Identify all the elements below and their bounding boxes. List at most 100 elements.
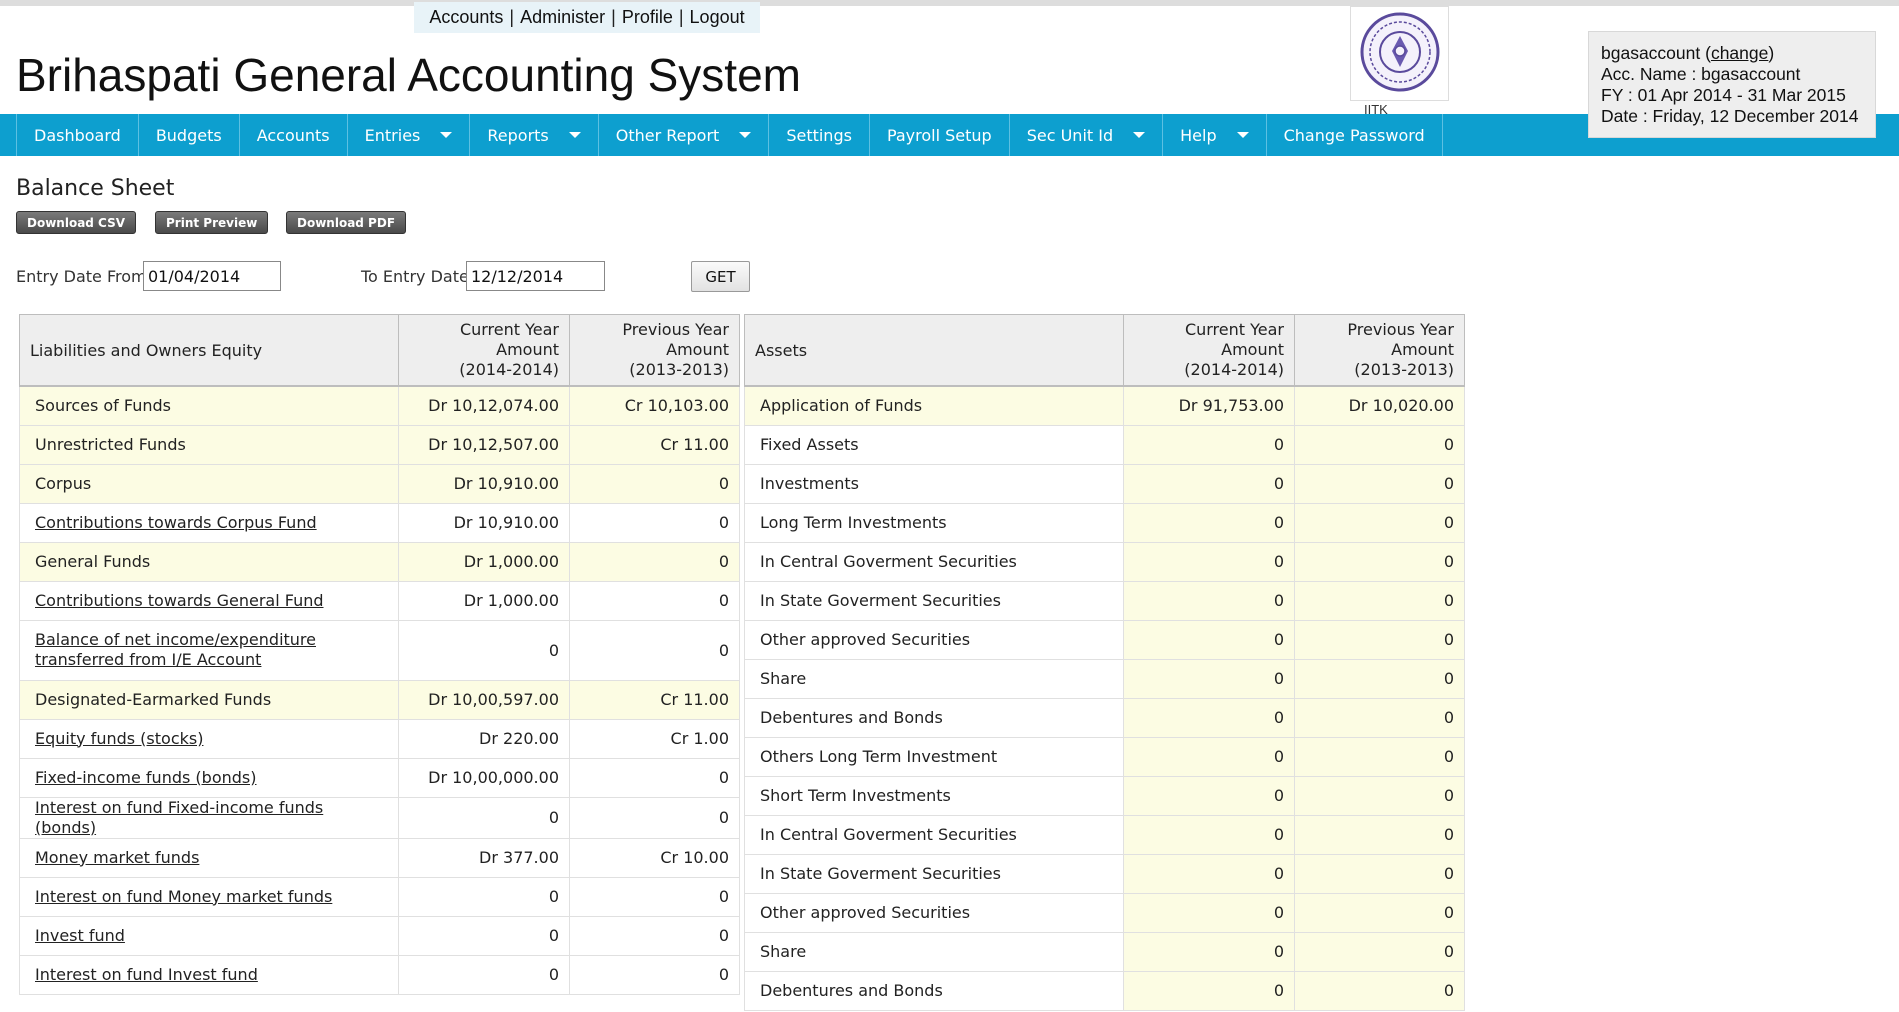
user-info-panel: bgasaccount (change) Acc. Name : bgasacc…	[1588, 31, 1876, 138]
change-account-link[interactable]: change	[1711, 43, 1768, 63]
previous-year-header: Previous Year Amount (2013-2013)	[569, 314, 740, 387]
nav-item-sec-unit-id[interactable]: Sec Unit Id	[1010, 114, 1164, 156]
table-row: Interest on fund Money market funds 0 0	[19, 876, 740, 917]
previous-amount-cell: 0	[1294, 931, 1465, 972]
account-link[interactable]: Money market funds	[35, 848, 199, 867]
account-link[interactable]: Equity funds (stocks)	[35, 729, 203, 748]
table-row: Application of Funds Dr 91,753.00 Dr 10,02…	[744, 385, 1465, 426]
account-name-cell: Sources of Funds	[19, 385, 399, 426]
account-name-cell: In State Goverment Securities	[744, 580, 1124, 621]
nav-item-dashboard[interactable]: Dashboard	[16, 114, 139, 156]
previous-amount-cell: 0	[569, 796, 740, 839]
current-year-header: Current Year Amount (2014-2014)	[398, 314, 570, 387]
current-amount-cell: 0	[1123, 931, 1295, 972]
top-link-accounts[interactable]: Accounts	[429, 7, 503, 28]
chevron-down-icon	[1133, 132, 1146, 138]
current-amount-cell: 0	[398, 796, 570, 839]
account-name-cell: Fixed Assets	[744, 424, 1124, 465]
table-row: Other approved Securities 0 0	[744, 619, 1465, 660]
get-button[interactable]: GET	[691, 261, 750, 292]
table-row: Short Term Investments 0 0	[744, 775, 1465, 816]
table-row: Share 0 0	[744, 658, 1465, 699]
print-preview-button[interactable]: Print Preview	[155, 211, 269, 234]
current-amount-cell: 0	[1123, 658, 1295, 699]
current-amount-cell: 0	[1123, 619, 1295, 660]
current-amount-cell: 0	[1123, 424, 1295, 465]
liabilities-header: Liabilities and Owners Equity	[19, 314, 399, 387]
current-amount-cell: Dr 1,000.00	[398, 580, 570, 621]
nav-item-help[interactable]: Help	[1163, 114, 1267, 156]
table-row: Fixed Assets 0 0	[744, 424, 1465, 465]
previous-amount-cell: Cr 11.00	[569, 424, 740, 465]
download-pdf-button[interactable]: Download PDF	[286, 211, 407, 234]
current-date: Date : Friday, 12 December 2014	[1601, 106, 1859, 126]
account-name-cell: In Central Goverment Securities	[744, 814, 1124, 855]
institute-logo	[1350, 6, 1449, 101]
nav-item-payroll-setup[interactable]: Payroll Setup	[870, 114, 1010, 156]
current-amount-cell: Dr 10,12,074.00	[398, 385, 570, 426]
account-link[interactable]: Contributions towards General Fund	[35, 591, 324, 610]
nav-item-other-report[interactable]: Other Report	[599, 114, 770, 156]
account-name-cell: Invest fund	[19, 915, 399, 956]
account-name-cell: Designated-Earmarked Funds	[19, 679, 399, 720]
nav-item-label: Sec Unit Id	[1026, 125, 1114, 145]
previous-amount-cell: 0	[1294, 658, 1465, 699]
account-link[interactable]: Balance of net income/expenditure transf…	[35, 630, 316, 669]
table-row: Interest on fund Fixed-income funds (bon…	[19, 796, 740, 839]
current-amount-cell: Dr 10,00,597.00	[398, 679, 570, 720]
previous-amount-cell: 0	[1294, 502, 1465, 543]
table-row: In Central Goverment Securities 0 0	[744, 541, 1465, 582]
account-link[interactable]: Interest on fund Fixed-income funds (bon…	[35, 798, 323, 837]
previous-amount-cell: 0	[1294, 736, 1465, 777]
account-link[interactable]: Interest on fund Money market funds	[35, 887, 332, 906]
previous-amount-cell: 0	[1294, 892, 1465, 933]
previous-amount-cell: 0	[569, 580, 740, 621]
previous-amount-cell: 0	[1294, 424, 1465, 465]
current-amount-cell: Dr 10,12,507.00	[398, 424, 570, 465]
top-link-logout[interactable]: Logout	[690, 7, 745, 28]
table-row: Others Long Term Investment 0 0	[744, 736, 1465, 777]
nav-item-change-password[interactable]: Change Password	[1267, 114, 1443, 156]
account-link[interactable]: Invest fund	[35, 926, 125, 945]
nav-item-budgets[interactable]: Budgets	[139, 114, 240, 156]
account-name-cell: Debentures and Bonds	[744, 970, 1124, 1011]
top-strip	[0, 0, 1899, 6]
account-name-cell: Money market funds	[19, 837, 399, 878]
account-link[interactable]: Fixed-income funds (bonds)	[35, 768, 256, 787]
table-row: Money market funds Dr 377.00 Cr 10.00	[19, 837, 740, 878]
financial-year: FY : 01 Apr 2014 - 31 Mar 2015	[1601, 85, 1846, 105]
top-links: Accounts | Administer | Profile | Logout	[414, 2, 760, 33]
current-amount-cell: 0	[1123, 775, 1295, 816]
nav-item-entries[interactable]: Entries	[348, 114, 471, 156]
from-date-input[interactable]	[143, 261, 281, 291]
top-link-administer[interactable]: Administer	[520, 7, 605, 28]
current-amount-cell: 0	[1123, 814, 1295, 855]
nav-item-accounts[interactable]: Accounts	[240, 114, 348, 156]
account-name-cell: In State Goverment Securities	[744, 853, 1124, 894]
account-name-cell: In Central Goverment Securities	[744, 541, 1124, 582]
chevron-down-icon	[739, 132, 752, 138]
table-row: Equity funds (stocks) Dr 220.00 Cr 1.00	[19, 718, 740, 759]
table-row: Investments 0 0	[744, 463, 1465, 504]
nav-item-reports[interactable]: Reports	[470, 114, 599, 156]
nav-item-label: Settings	[786, 125, 852, 145]
account-link[interactable]: Interest on fund Invest fund	[35, 965, 258, 984]
previous-amount-cell: 0	[1294, 697, 1465, 738]
chevron-down-icon	[1236, 132, 1249, 138]
previous-amount-cell: 0	[569, 915, 740, 956]
previous-amount-cell: Dr 10,020.00	[1294, 385, 1465, 426]
table-row: Unrestricted Funds Dr 10,12,507.00 Cr 11.0…	[19, 424, 740, 465]
top-link-profile[interactable]: Profile	[622, 7, 673, 28]
current-amount-cell: 0	[398, 619, 570, 681]
current-amount-cell: Dr 1,000.00	[398, 541, 570, 582]
table-row: In Central Goverment Securities 0 0	[744, 814, 1465, 855]
account-name-cell: Debentures and Bonds	[744, 697, 1124, 738]
nav-item-label: Budgets	[155, 125, 222, 145]
nav-item-label: Other Report	[615, 125, 720, 145]
account-link[interactable]: Contributions towards Corpus Fund	[35, 513, 317, 532]
to-date-input[interactable]	[466, 261, 605, 291]
download-csv-button[interactable]: Download CSV	[16, 211, 137, 234]
account-name-cell: Equity funds (stocks)	[19, 718, 399, 759]
current-amount-cell: Dr 220.00	[398, 718, 570, 759]
nav-item-settings[interactable]: Settings	[769, 114, 870, 156]
